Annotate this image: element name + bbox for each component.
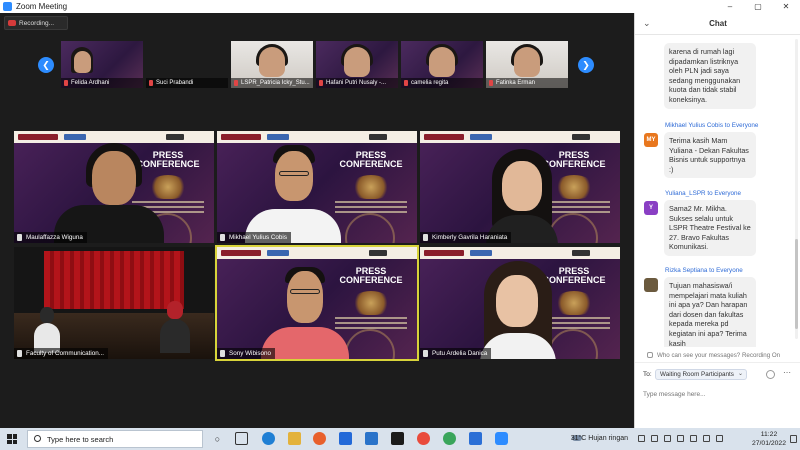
participant-thumbnail[interactable]: camelia regita [401, 41, 483, 88]
search-icon [34, 435, 41, 442]
to-label: To: [643, 371, 652, 378]
maximize-button[interactable]: ▢ [744, 0, 772, 13]
sender-name: Mikhael Yulius Cobis [665, 122, 723, 129]
notification-icon[interactable] [790, 435, 797, 443]
participant-thumbnail[interactable]: Suci Prabandi [146, 41, 228, 88]
participant-name: Sony Wibisono [217, 348, 275, 359]
participant-name: Felida Ardhani [61, 78, 143, 88]
participant-name: camelia regita [401, 78, 483, 88]
participant-thumbnail[interactable]: Fatinka Erman [486, 41, 568, 88]
video-tile[interactable]: Faculty of Communication... [14, 247, 214, 359]
more-options-icon[interactable]: ⋯ [783, 368, 791, 377]
chat-scrollbar[interactable] [795, 39, 798, 339]
previous-page-button[interactable]: ❮ [38, 57, 54, 73]
app-icon[interactable] [469, 432, 482, 445]
chat-message-input[interactable] [643, 387, 793, 401]
recipient-label: to Everyone [707, 190, 741, 197]
file-explorer-icon[interactable] [288, 432, 301, 445]
info-icon [647, 352, 653, 358]
volume-icon[interactable] [664, 435, 671, 442]
chevron-right-icon: ❯ [582, 59, 590, 70]
meeting-area: Recording... ❮ ❯ Felida Ardhani Suci Pra… [0, 13, 634, 428]
recording-indicator[interactable]: Recording... [4, 16, 68, 30]
video-tile[interactable]: PRESS CONFERENCE Maulaffazza Wiguna [14, 131, 214, 243]
chat-panel: ⌄ Chat karena di rumah lagi dipadamkan l… [634, 13, 800, 428]
poster-title: PRESS CONFERENCE [339, 266, 403, 285]
recipient-select[interactable]: Waiting Room Participants ⌄ [655, 369, 747, 380]
emoji-icon[interactable] [766, 370, 775, 379]
firefox-icon[interactable] [313, 432, 326, 445]
participant-thumbnail[interactable]: Hafani Putri Nusaly -... [316, 41, 398, 88]
minimize-button[interactable]: – [716, 0, 744, 13]
widgets-icon[interactable] [235, 432, 248, 445]
taskbar-search[interactable]: Type here to search [27, 430, 203, 448]
network-icon[interactable] [651, 435, 658, 442]
chevron-down-icon: ⌄ [737, 371, 743, 377]
recipient-label: to Everyone [709, 267, 743, 274]
chat-sender: Yuliana_LSPR to Everyone [665, 190, 741, 197]
zoom-taskbar-icon[interactable] [495, 432, 508, 445]
cloud-recording-icon [8, 20, 16, 26]
participant-name: Kimberly Gavrila Haraniata [420, 232, 512, 243]
sender-name: Rizka Septiana [665, 267, 708, 274]
chat-message: Terima kasih Mam Yuliana - Dekan Fakulta… [664, 132, 756, 179]
window-title: Zoom Meeting [16, 2, 68, 11]
tray-app-icon[interactable] [716, 435, 723, 442]
mail-icon[interactable] [365, 432, 378, 445]
participant-name: Hafani Putri Nusaly -... [316, 78, 398, 88]
recipient-label: to Everyone [724, 122, 759, 129]
chat-title: Chat [709, 19, 727, 28]
participant-strip: Felida Ardhani Suci Prabandi LSPR_Patric… [61, 41, 571, 88]
avatar-photo [644, 278, 658, 292]
chat-sender: Rizka Septiana to Everyone [665, 267, 743, 274]
chat-sender: Mikhael Yulius Cobis to Everyone [665, 122, 758, 129]
task-view-icon[interactable]: ○ [211, 432, 224, 445]
avatar: MY [644, 133, 658, 147]
participant-name: Faculty of Communication... [14, 348, 109, 359]
participant-name: Maulaffazza Wiguna [14, 232, 87, 243]
participant-name: Suci Prabandi [146, 78, 228, 88]
weather-label[interactable]: 31°C Hujan ringan [571, 435, 628, 442]
sender-name: Yuliana_LSPR [665, 190, 706, 197]
chevron-left-icon: ❮ [42, 59, 50, 70]
video-tile-active-speaker[interactable]: PRESS CONFERENCE Sony Wibisono [215, 245, 419, 361]
video-tile[interactable]: PRESS CONFERENCE Mikhael Yulius Cobis [217, 131, 417, 243]
participant-name: LSPR_Patricia Icky_Stu... [231, 78, 313, 88]
avatar: Y [644, 201, 658, 215]
participant-thumbnail[interactable]: LSPR_Patricia Icky_Stu... [231, 41, 313, 88]
recipient-row: To: Waiting Room Participants ⌄ ⋯ [635, 368, 800, 382]
next-page-button[interactable]: ❯ [578, 57, 594, 73]
title-bar: Zoom Meeting – ▢ ✕ [0, 0, 800, 13]
battery-icon[interactable] [677, 435, 684, 442]
chat-visibility-notice[interactable]: Who can see your messages? Recording On [635, 351, 800, 363]
chrome-icon[interactable] [417, 432, 430, 445]
dropbox-icon[interactable] [339, 432, 352, 445]
windows-start-button[interactable] [7, 434, 17, 444]
edge-browser-icon[interactable] [262, 432, 275, 445]
participant-name: Mikhael Yulius Cobis [217, 232, 291, 243]
chrome-icon[interactable] [443, 432, 456, 445]
chat-messages[interactable]: karena di rumah lagi dipadamkan listrikn… [635, 35, 800, 347]
system-tray: 31°C Hujan ringan 11:22 27/01/2022 [560, 428, 800, 450]
zoom-app-icon [3, 2, 12, 11]
tray-app-icon[interactable] [703, 435, 710, 442]
chat-header: ⌄ Chat [635, 13, 800, 35]
participant-thumbnail[interactable]: Felida Ardhani [61, 41, 143, 88]
video-tile[interactable]: PRESS CONFERENCE Putu Ardelia Danica [420, 247, 620, 359]
participant-name: Putu Ardelia Danica [420, 348, 492, 359]
chat-message: karena di rumah lagi dipadamkan listrikn… [664, 43, 756, 109]
chat-message: Tujuan mahasiswa/i mempelajari mata kuli… [664, 277, 756, 347]
tray-chevron-icon[interactable] [638, 435, 645, 442]
windows-taskbar: Type here to search ○ 31°C Hujan ringan … [0, 428, 800, 450]
taskbar-clock[interactable]: 11:22 27/01/2022 [752, 430, 786, 448]
poster-title: PRESS CONFERENCE [339, 150, 403, 169]
chat-message: Sama2 Mr. Mikha. Sukses selalu untuk LSP… [664, 200, 756, 256]
recording-label: Recording... [19, 19, 55, 27]
language-icon[interactable] [690, 435, 697, 442]
app-icon[interactable] [391, 432, 404, 445]
close-button[interactable]: ✕ [772, 0, 800, 13]
participant-name: Fatinka Erman [486, 78, 568, 88]
video-tile[interactable]: PRESS CONFERENCE Kimberly Gavrila Harani… [420, 131, 620, 243]
